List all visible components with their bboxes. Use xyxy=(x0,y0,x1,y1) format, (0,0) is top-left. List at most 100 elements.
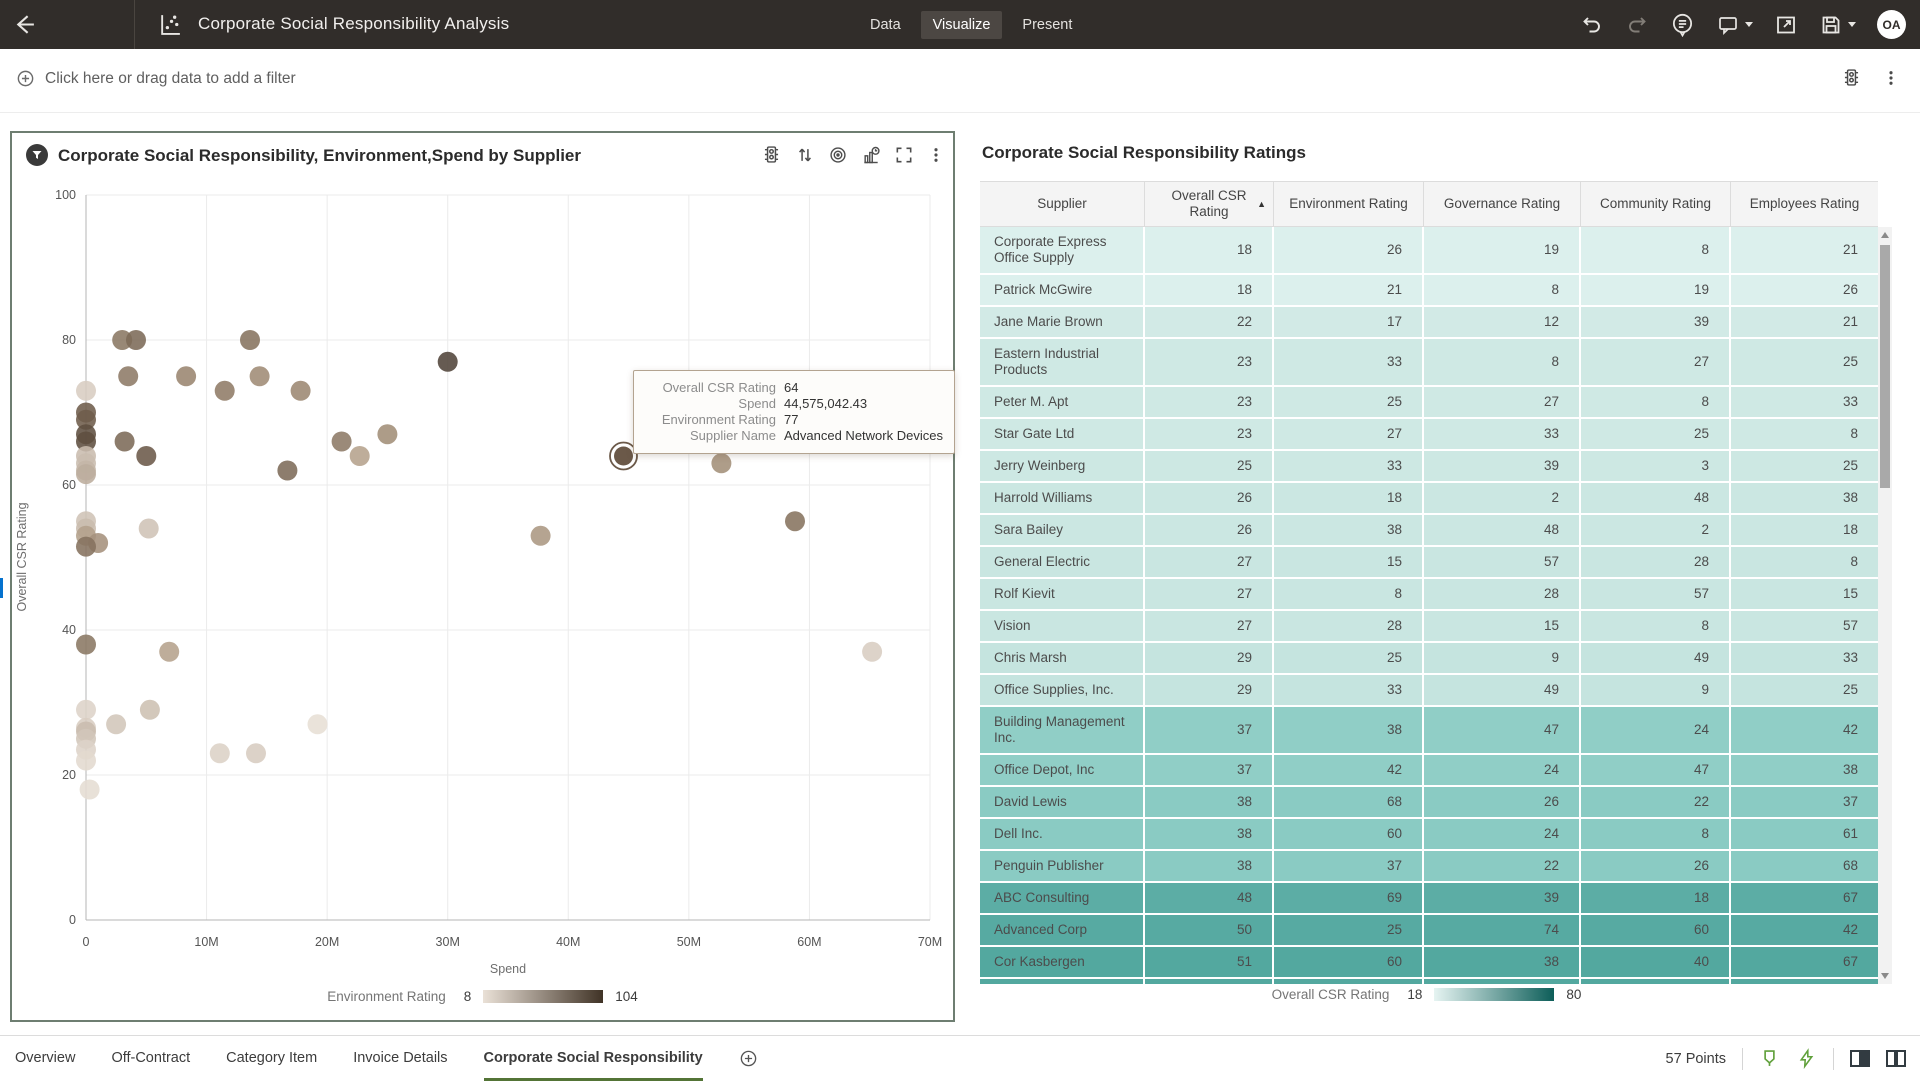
scatter-point[interactable] xyxy=(246,743,266,763)
table-row[interactable]: Peter M. Apt232527833 xyxy=(980,387,1878,419)
table-row[interactable]: Dell Inc.386024861 xyxy=(980,819,1878,851)
panel-toggle-split-icon[interactable] xyxy=(1886,1050,1906,1067)
redo-icon[interactable] xyxy=(1625,13,1649,37)
divider xyxy=(1742,1048,1743,1070)
table-row[interactable]: ABC Consulting4869391867 xyxy=(980,883,1878,915)
col-header-community[interactable]: Community Rating xyxy=(1581,182,1731,226)
scatter-viz-panel[interactable]: Corporate Social Responsibility, Environ… xyxy=(10,131,955,1022)
kebab-menu-icon[interactable] xyxy=(1882,69,1900,87)
table-row[interactable]: Eastern Industrial Products233382725 xyxy=(980,339,1878,387)
scatter-point[interactable] xyxy=(862,642,882,662)
rating-cell: 40 xyxy=(1581,947,1731,977)
scatter-point[interactable] xyxy=(76,635,96,655)
table-row[interactable]: Rolf Kievit278285715 xyxy=(980,579,1878,611)
scatter-point[interactable] xyxy=(438,352,458,372)
panel-toggle-right-icon[interactable] xyxy=(1850,1050,1870,1067)
scatter-point[interactable] xyxy=(139,519,159,539)
table-row[interactable]: Jane Marie Brown2217123921 xyxy=(980,307,1878,339)
comments-menu[interactable] xyxy=(1716,13,1753,37)
table-row[interactable]: Jerry Weinberg253339325 xyxy=(980,451,1878,483)
table-row[interactable]: Patrick Fore5167403860 xyxy=(980,979,1878,984)
avatar[interactable]: OA xyxy=(1877,10,1906,39)
add-canvas-button[interactable] xyxy=(739,1036,758,1081)
scatter-point[interactable] xyxy=(531,526,551,546)
tab-present[interactable]: Present xyxy=(1010,11,1084,39)
scatter-point[interactable] xyxy=(210,743,230,763)
table-row[interactable]: Vision272815857 xyxy=(980,611,1878,643)
table-row[interactable]: Office Depot, Inc3742244738 xyxy=(980,755,1878,787)
table-row[interactable]: Cor Kasbergen5160384067 xyxy=(980,947,1878,979)
table-row[interactable]: Office Supplies, Inc.293349925 xyxy=(980,675,1878,707)
lightning-icon[interactable] xyxy=(1796,1048,1817,1069)
rating-cell: 38 xyxy=(1145,787,1274,817)
table-row[interactable]: Advanced Corp5025746042 xyxy=(980,915,1878,947)
undo-icon[interactable] xyxy=(1580,13,1604,37)
table-row[interactable]: David Lewis3868262237 xyxy=(980,787,1878,819)
tab-data[interactable]: Data xyxy=(858,11,913,39)
col-header-supplier[interactable]: Supplier xyxy=(980,182,1145,226)
rating-cell: 26 xyxy=(1145,483,1274,513)
pin-icon[interactable] xyxy=(1759,1048,1780,1069)
scrollbar-thumb[interactable] xyxy=(1880,245,1890,488)
scatter-point[interactable] xyxy=(76,700,96,720)
data-panel-handle[interactable] xyxy=(0,578,3,598)
save-menu[interactable] xyxy=(1819,13,1856,37)
table-row[interactable]: Sara Bailey263848218 xyxy=(980,515,1878,547)
table-viz-panel[interactable]: Corporate Social Responsibility Ratings … xyxy=(975,131,1893,1022)
table-row[interactable]: Patrick McGwire182181926 xyxy=(980,275,1878,307)
scatter-point[interactable] xyxy=(136,446,156,466)
scatter-point[interactable] xyxy=(176,366,196,386)
table-row[interactable]: Corporate Express Office Supply182619821 xyxy=(980,227,1878,275)
scatter-point[interactable] xyxy=(76,381,96,401)
scatter-point[interactable] xyxy=(291,381,311,401)
canvas-tab-category-item[interactable]: Category Item xyxy=(226,1036,317,1081)
scatter-point[interactable] xyxy=(126,330,146,350)
canvas-tab-csr[interactable]: Corporate Social Responsibility xyxy=(484,1036,703,1081)
scatter-point[interactable] xyxy=(250,366,270,386)
scatter-point[interactable] xyxy=(76,537,96,557)
scatter-point[interactable] xyxy=(377,424,397,444)
scroll-up-icon[interactable] xyxy=(1881,232,1889,238)
scatter-point[interactable] xyxy=(76,751,96,771)
scatter-point[interactable] xyxy=(332,432,352,452)
table-row[interactable]: Penguin Publisher3837222668 xyxy=(980,851,1878,883)
scatter-point[interactable] xyxy=(277,461,297,481)
scroll-down-icon[interactable] xyxy=(1881,973,1889,979)
scatter-point[interactable] xyxy=(215,381,235,401)
scatter-point[interactable] xyxy=(80,780,100,800)
scatter-point[interactable] xyxy=(106,714,126,734)
scatter-point[interactable] xyxy=(118,366,138,386)
canvas-tab-invoice-details[interactable]: Invoice Details xyxy=(353,1036,447,1081)
rating-cell: 68 xyxy=(1731,851,1878,881)
scatter-point[interactable] xyxy=(785,511,805,531)
table-row[interactable]: Harrold Williams261824838 xyxy=(980,483,1878,515)
highlighted-point[interactable] xyxy=(614,447,633,466)
col-header-environment[interactable]: Environment Rating xyxy=(1274,182,1424,226)
scatter-point[interactable] xyxy=(115,432,135,452)
col-header-employees[interactable]: Employees Rating xyxy=(1731,182,1878,226)
table-row[interactable]: Star Gate Ltd232733258 xyxy=(980,419,1878,451)
open-window-icon[interactable] xyxy=(1774,13,1798,37)
canvas-tab-overview[interactable]: Overview xyxy=(15,1036,75,1081)
scatter-point[interactable] xyxy=(76,464,96,484)
canvas-tab-off-contract[interactable]: Off-Contract xyxy=(111,1036,190,1081)
filter-controls-icon[interactable] xyxy=(1841,67,1862,88)
scatter-point[interactable] xyxy=(350,446,370,466)
scatter-chart[interactable]: 010M20M30M40M50M60M70M020406080100Overal… xyxy=(12,133,953,983)
col-header-overall-csr[interactable]: Overall CSR Rating ▲ xyxy=(1145,182,1274,226)
scatter-point[interactable] xyxy=(240,330,260,350)
scatter-point[interactable] xyxy=(308,714,328,734)
rating-cell: 27 xyxy=(1145,579,1274,609)
scatter-point[interactable] xyxy=(159,642,179,662)
tab-visualize[interactable]: Visualize xyxy=(921,11,1003,39)
back-icon[interactable] xyxy=(12,12,37,37)
assistant-icon[interactable] xyxy=(1670,12,1695,37)
add-filter-prompt[interactable]: Click here or drag data to add a filter xyxy=(16,69,296,88)
table-row[interactable]: Chris Marsh292594933 xyxy=(980,643,1878,675)
col-header-governance[interactable]: Governance Rating xyxy=(1424,182,1581,226)
scatter-point[interactable] xyxy=(711,453,731,473)
table-scrollbar[interactable] xyxy=(1878,227,1892,984)
scatter-point[interactable] xyxy=(140,700,160,720)
table-row[interactable]: General Electric271557288 xyxy=(980,547,1878,579)
table-row[interactable]: Building Management Inc.3738472442 xyxy=(980,707,1878,755)
